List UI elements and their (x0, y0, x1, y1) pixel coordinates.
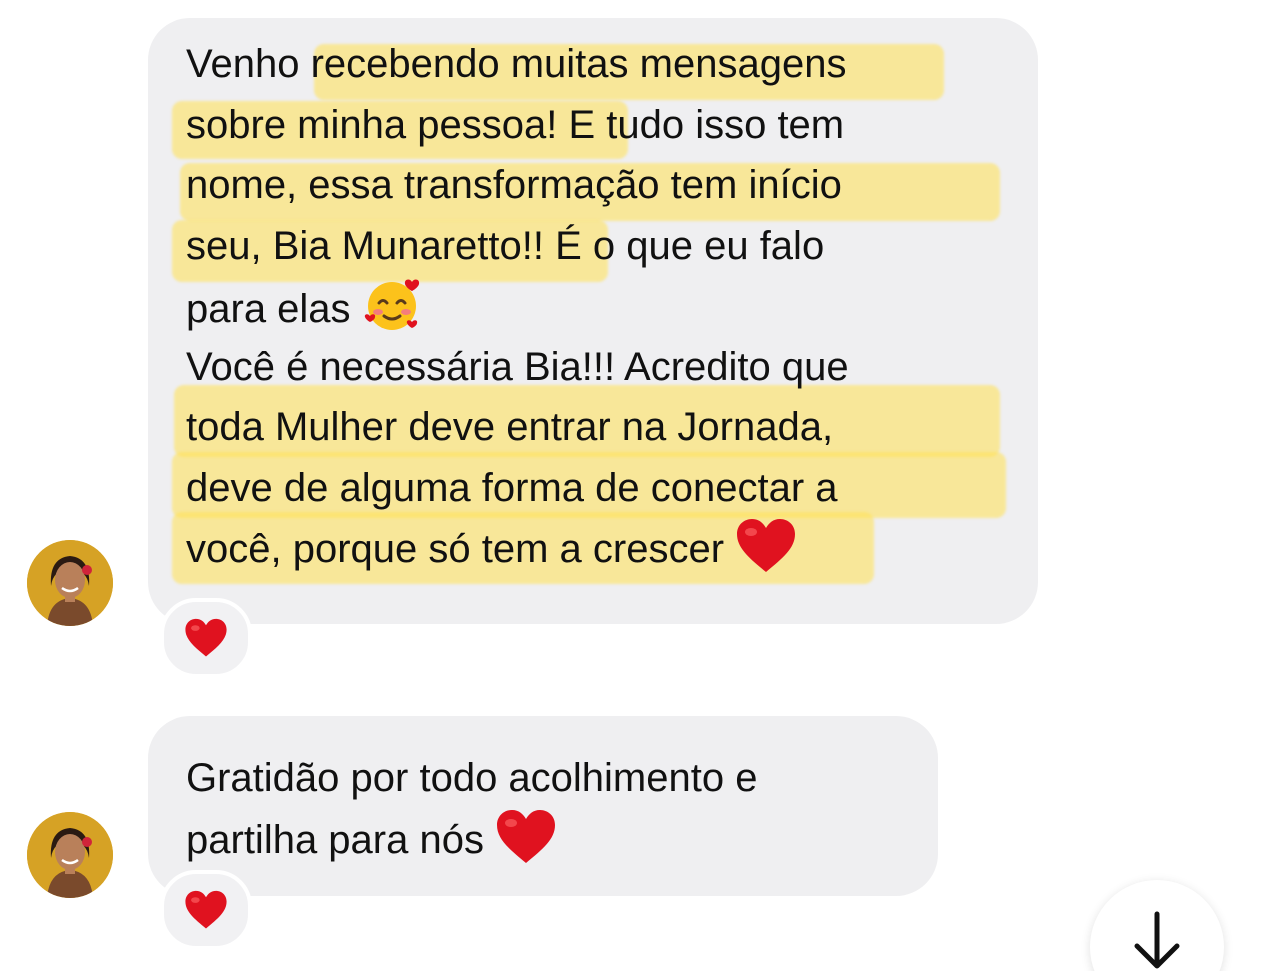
arrow-down-icon (1134, 911, 1180, 969)
message-line: seu, Bia Munaretto!! É o que eu falo (172, 216, 1038, 282)
avatar-photo (27, 812, 113, 898)
message-line: sobre minha pessoa! E tudo isso tem (172, 95, 1038, 159)
message-line: Gratidão por todo acolhimento e (186, 756, 758, 800)
message-line: para elas (186, 276, 1038, 337)
sender-avatar[interactable] (27, 540, 113, 626)
message-line: partilha para nós (186, 809, 938, 870)
message-line: deve de alguma forma de conectar a (172, 451, 1038, 519)
message-bubble[interactable]: Venho recebendo muitas mensagens sobre m… (148, 18, 1038, 624)
red-heart-icon (185, 618, 227, 657)
message-line: Venho recebendo muitas mensagens (186, 34, 1038, 100)
smiling-face-with-hearts-icon (362, 279, 422, 331)
message-bubble[interactable]: Gratidão por todo acolhimento e partilha… (148, 716, 938, 896)
red-heart-icon (185, 890, 227, 929)
red-heart-icon (495, 809, 557, 863)
message-line: toda Mulher deve entrar na Jornada, (174, 385, 1038, 458)
sender-avatar[interactable] (27, 812, 113, 898)
message-line: nome, essa transformação tem início (180, 155, 1038, 221)
reaction-badge[interactable] (160, 870, 252, 950)
chat-thread: Venho recebendo muitas mensagens sobre m… (0, 0, 1270, 971)
reaction-badge[interactable] (160, 598, 252, 678)
red-heart-icon (735, 519, 797, 572)
avatar-photo (27, 540, 113, 626)
message-line: você, porque só tem a crescer (172, 512, 1038, 584)
scroll-down-button[interactable] (1090, 880, 1224, 971)
